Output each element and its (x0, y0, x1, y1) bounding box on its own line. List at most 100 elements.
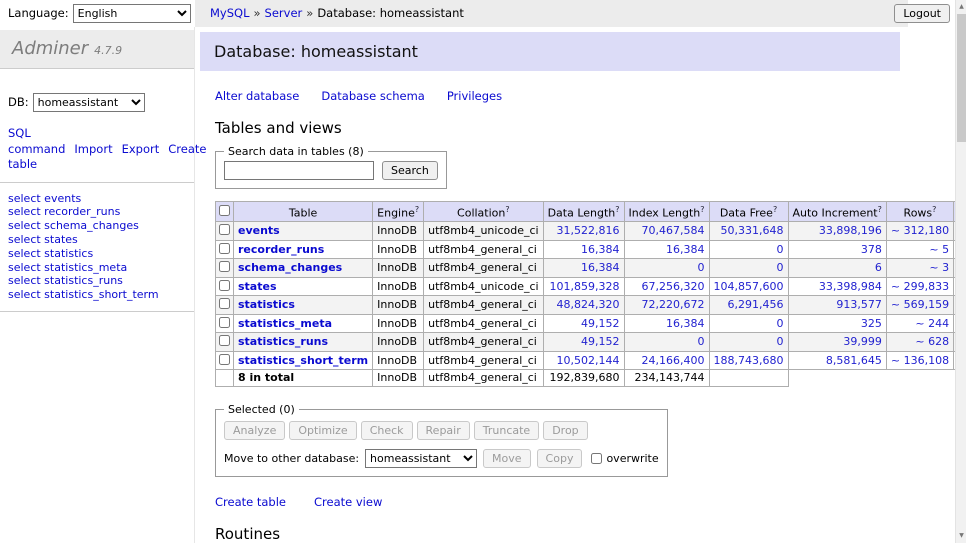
sidebar-action-link[interactable]: Export (122, 142, 160, 156)
selected-legend: Selected (0) (224, 403, 299, 416)
language-bar: Language:English (0, 0, 195, 27)
cell-table-name: events (234, 222, 373, 241)
data-length-link[interactable]: 49,152 (581, 335, 620, 348)
cell-auto-increment: 378 (788, 240, 886, 259)
create-link[interactable]: Create view (314, 495, 382, 509)
auto-increment-link[interactable]: 33,898,196 (819, 224, 882, 237)
row-checkbox[interactable] (219, 298, 230, 309)
footer-index-length: 234,143,744 (624, 370, 709, 387)
create-link[interactable]: Create table (215, 495, 286, 509)
scrollbar-thumb[interactable] (957, 14, 966, 142)
data-free-link[interactable]: 0 (777, 335, 784, 348)
cell-table-name: schema_changes (234, 259, 373, 278)
row-checkbox[interactable] (219, 317, 230, 328)
db-select[interactable]: homeassistant (33, 93, 145, 112)
rows-count-link[interactable]: ~ 312,180 (891, 224, 949, 237)
table-link[interactable]: statistics_runs (238, 335, 328, 348)
overwrite-checkbox[interactable] (591, 453, 602, 464)
rows-count-link[interactable]: ~ 136,108 (891, 354, 949, 367)
data-length-link[interactable]: 16,384 (581, 243, 620, 256)
data-free-link[interactable]: 104,857,600 (714, 280, 784, 293)
data-length-link[interactable]: 101,859,328 (550, 280, 620, 293)
sidebar-table-link[interactable]: select statistics (8, 247, 93, 260)
table-link[interactable]: statistics_short_term (238, 354, 368, 367)
index-length-link[interactable]: 16,384 (666, 243, 705, 256)
sidebar-table-link[interactable]: select statistics_short_term (8, 288, 159, 301)
move-db-select[interactable]: homeassistant (365, 449, 477, 468)
rows-count-link[interactable]: ~ 5 (929, 243, 949, 256)
index-length-link[interactable]: 72,220,672 (642, 298, 705, 311)
data-length-link[interactable]: 48,824,320 (557, 298, 620, 311)
auto-increment-link[interactable]: 8,581,645 (826, 354, 882, 367)
sidebar-table-link[interactable]: select schema_changes (8, 219, 139, 232)
auto-increment-link[interactable]: 33,398,984 (819, 280, 882, 293)
auto-increment-link[interactable]: 39,999 (843, 335, 882, 348)
data-length-link[interactable]: 31,522,816 (557, 224, 620, 237)
rows-count-link[interactable]: ~ 244 (915, 317, 949, 330)
data-free-link[interactable]: 188,743,680 (714, 354, 784, 367)
cell-table-name: statistics_meta (234, 314, 373, 333)
auto-increment-link[interactable]: 913,577 (836, 298, 882, 311)
vertical-scrollbar[interactable]: ▲ ▼ (955, 0, 966, 543)
rows-count-link[interactable]: ~ 3 (929, 261, 949, 274)
table-link[interactable]: statistics (238, 298, 295, 311)
data-free-link[interactable]: 6,291,456 (728, 298, 784, 311)
row-checkbox[interactable] (219, 335, 230, 346)
logout-button[interactable]: Logout (894, 4, 950, 23)
index-length-link[interactable]: 70,467,584 (642, 224, 705, 237)
sidebar-table-link[interactable]: select statistics_runs (8, 274, 123, 287)
sidebar-action-link[interactable]: Import (74, 142, 112, 156)
row-checkbox[interactable] (219, 280, 230, 291)
overwrite-label[interactable]: overwrite (606, 452, 658, 465)
selected-action-button: Check (361, 421, 413, 440)
db-nav-link[interactable]: Alter database (215, 89, 299, 103)
rows-count-link[interactable]: ~ 299,833 (891, 280, 949, 293)
cell-engine: InnoDB (373, 277, 424, 296)
table-link[interactable]: schema_changes (238, 261, 342, 274)
data-length-link[interactable]: 10,502,144 (557, 354, 620, 367)
auto-increment-link[interactable]: 325 (861, 317, 882, 330)
search-button[interactable]: Search (382, 161, 438, 180)
row-checkbox[interactable] (219, 354, 230, 365)
index-length-link[interactable]: 16,384 (666, 317, 705, 330)
breadcrumb-mysql-link[interactable]: MySQL (210, 6, 250, 20)
footer-check-cell (216, 370, 234, 387)
row-checkbox[interactable] (219, 243, 230, 254)
table-link[interactable]: recorder_runs (238, 243, 324, 256)
index-length-link[interactable]: 0 (698, 335, 705, 348)
rows-count-link[interactable]: ~ 569,159 (891, 298, 949, 311)
data-free-link[interactable]: 0 (777, 261, 784, 274)
scroll-down-icon[interactable]: ▼ (956, 530, 966, 542)
table-link[interactable]: events (238, 224, 280, 237)
index-length-link[interactable]: 0 (698, 261, 705, 274)
sidebar-table-link[interactable]: select statistics_meta (8, 261, 127, 274)
data-free-link[interactable]: 0 (777, 317, 784, 330)
select-all-checkbox[interactable] (219, 205, 230, 216)
cell-data-length: 10,502,144 (543, 351, 624, 370)
data-length-link[interactable]: 49,152 (581, 317, 620, 330)
db-nav-link[interactable]: Database schema (321, 89, 424, 103)
scroll-up-icon[interactable]: ▲ (956, 1, 966, 13)
search-input[interactable] (224, 161, 374, 180)
row-checkbox[interactable] (219, 261, 230, 272)
db-nav-link[interactable]: Privileges (447, 89, 502, 103)
auto-increment-link[interactable]: 6 (875, 261, 882, 274)
row-checkbox[interactable] (219, 224, 230, 235)
sidebar-table-link[interactable]: select events (8, 192, 81, 205)
language-select[interactable]: English (73, 4, 191, 23)
sidebar-table-link[interactable]: select states (8, 233, 78, 246)
index-length-link[interactable]: 67,256,320 (642, 280, 705, 293)
table-link[interactable]: statistics_meta (238, 317, 332, 330)
rows-count-link[interactable]: ~ 628 (915, 335, 949, 348)
index-length-link[interactable]: 24,166,400 (642, 354, 705, 367)
data-free-link[interactable]: 50,331,648 (721, 224, 784, 237)
breadcrumb-server-link[interactable]: Server (265, 6, 303, 20)
sidebar-table-link[interactable]: select recorder_runs (8, 205, 120, 218)
table-link[interactable]: states (238, 280, 277, 293)
auto-increment-link[interactable]: 378 (861, 243, 882, 256)
sidebar-action-link[interactable]: SQL command (8, 126, 65, 156)
data-free-link[interactable]: 0 (777, 243, 784, 256)
routines-heading: Routines (215, 525, 955, 543)
cell-data-free: 0 (709, 240, 788, 259)
data-length-link[interactable]: 16,384 (581, 261, 620, 274)
